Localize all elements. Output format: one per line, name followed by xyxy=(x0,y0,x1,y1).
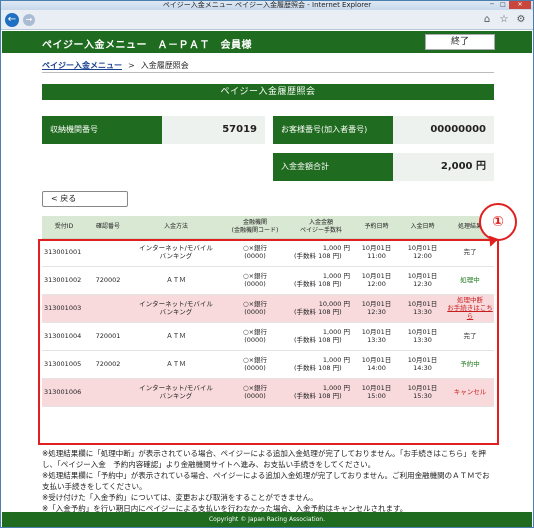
breadcrumb-link-pay-easy-menu[interactable]: ペイジー入金メニュー xyxy=(42,61,122,70)
favorites-star-icon[interactable]: ☆ xyxy=(498,14,510,26)
settings-gear-icon[interactable]: ⚙ xyxy=(515,14,527,26)
column-header: 金融機関 (金融機関コード) xyxy=(222,216,288,239)
breadcrumb-divider xyxy=(42,72,494,73)
title-bar: ペイジー入金メニュー ペイジー入金履歴照会 - Internet Explore… xyxy=(1,1,533,10)
logout-button[interactable]: 終了 xyxy=(425,34,495,50)
close-icon[interactable]: ✕ xyxy=(509,1,531,9)
table-header-row: 受付ID 確認番号 入金方法 金融機関 (金融機関コード) 入金金額 ペイジー手数料 予約… xyxy=(42,216,494,239)
minimize-icon[interactable]: ─ xyxy=(487,1,497,9)
page-content: ペイジー入金メニュー Ａ－ＰＡＴ 会員様 終了 ペイジー入金メニュー > 入金履歴照… xyxy=(2,31,532,527)
copyright-footer: Copyright © Japan Racing Association. xyxy=(2,512,532,527)
column-header: 入金方法 xyxy=(130,216,222,239)
column-header: 確認番号 xyxy=(86,216,130,239)
callout-highlight-box xyxy=(38,239,499,445)
customer-number-label: お客様番号(加入者番号) xyxy=(273,116,393,144)
breadcrumb-separator: > xyxy=(128,61,135,70)
total-amount-value: 2,000 円 xyxy=(393,153,494,181)
window-controls: ─ □ ✕ xyxy=(487,1,531,9)
callout-number-badge: ① xyxy=(479,203,517,241)
agency-number-label: 収納機関番号 xyxy=(42,116,162,144)
forward-arrow-icon[interactable]: → xyxy=(23,14,35,26)
breadcrumb: ペイジー入金メニュー > 入金履歴照会 xyxy=(42,60,189,71)
header-title: ペイジー入金メニュー Ａ－ＰＡＴ 会員様 xyxy=(42,40,252,51)
note-line: ※受け付けた「入金予約」については、変更および取消をすることができません。 xyxy=(42,493,318,502)
customer-number-value: 00000000 xyxy=(393,116,494,144)
toolbar-icons: ⌂ ☆ ⚙ xyxy=(481,14,527,26)
browser-toolbar: ← → ⌂ ☆ ⚙ xyxy=(1,10,533,30)
column-header: 入金日時 xyxy=(399,216,446,239)
back-arrow-icon[interactable]: ← xyxy=(5,13,19,27)
section-title: ペイジー入金履歴照会 xyxy=(42,84,494,100)
browser-window: ペイジー入金メニュー ペイジー入金履歴照会 - Internet Explore… xyxy=(0,0,534,528)
note-line: ※処理結果欄に「処理中断」が表示されている場合、ペイジーによる追加入金処理が完了… xyxy=(42,449,486,469)
home-icon[interactable]: ⌂ xyxy=(481,14,493,26)
column-header: 入金金額 ペイジー手数料 xyxy=(288,216,354,239)
breadcrumb-current: 入金履歴照会 xyxy=(140,61,189,70)
note-line: ※処理結果欄に「予約中」が表示されている場合、ペイジーによる追加入金処理が完了し… xyxy=(42,471,490,491)
back-button[interactable]: < 戻る xyxy=(42,191,128,207)
notes: ※処理結果欄に「処理中断」が表示されている場合、ペイジーによる追加入金処理が完了… xyxy=(42,448,497,514)
total-amount-label: 入金金額合計 xyxy=(273,153,393,181)
column-header: 受付ID xyxy=(42,216,86,239)
maximize-icon[interactable]: □ xyxy=(498,1,508,9)
column-header: 予約日時 xyxy=(354,216,399,239)
window-title: ペイジー入金メニュー ペイジー入金履歴照会 - Internet Explore… xyxy=(162,1,372,9)
agency-number-value: 57019 xyxy=(162,116,265,144)
page-header: ペイジー入金メニュー Ａ－ＰＡＴ 会員様 終了 xyxy=(2,31,532,53)
